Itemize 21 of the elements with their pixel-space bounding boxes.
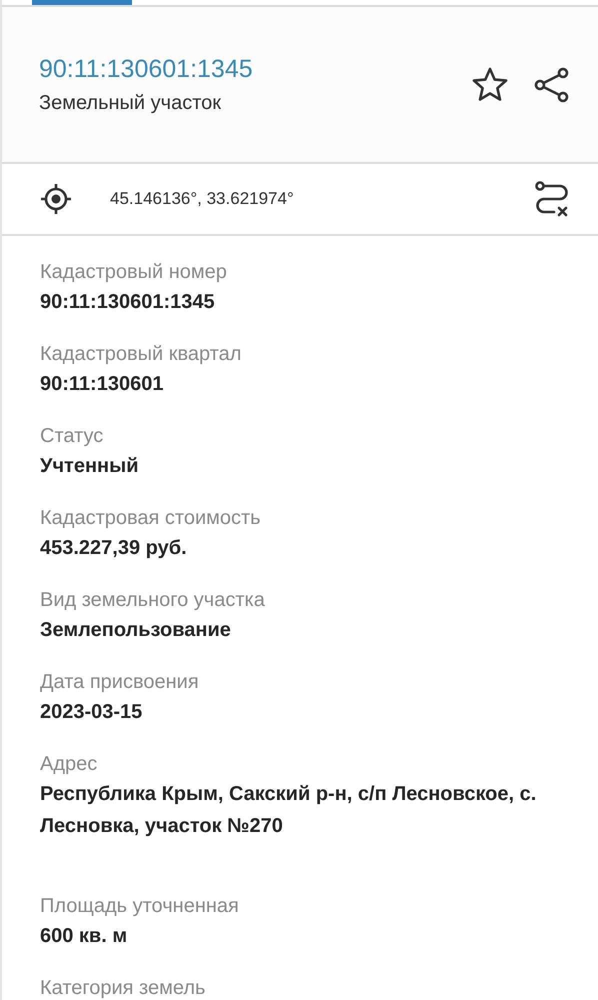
field-label: Кадастровая стоимость [40, 506, 262, 531]
field-value: 600 кв. м [40, 924, 128, 949]
field-value: 90:11:130601:1345 [40, 290, 216, 315]
coordinates-text: 45.146136°, 33.621974° [110, 189, 295, 209]
field-value: 2023-03-15 [40, 700, 144, 725]
field-value: Землепользование [40, 618, 232, 643]
field-label: Статус [40, 424, 104, 449]
cadastral-number-title: 90:11:130601:1345 [39, 54, 253, 84]
field-label: Вид земельного участка [40, 588, 266, 613]
field-value: 453.227,39 руб. [40, 536, 188, 561]
field-label: Категория земель [40, 976, 206, 1000]
field-label: Дата присвоения [40, 670, 200, 695]
field-value: Республика Крым, Сакский р-н, с/п Лесновское, с. Лесновка, участок №270 [40, 782, 538, 839]
field-label: Кадастровый номер [40, 260, 228, 285]
field-label: Кадастровый квартал [40, 342, 242, 367]
field-value: Учтенный [40, 454, 140, 479]
field-label: Площадь уточненная [40, 894, 240, 919]
field-value: 90:11:130601 [40, 372, 164, 397]
field-label: Адрес [40, 752, 98, 777]
object-type: Земельный участок [39, 92, 222, 114]
location-target-icon[interactable] [38, 181, 74, 217]
